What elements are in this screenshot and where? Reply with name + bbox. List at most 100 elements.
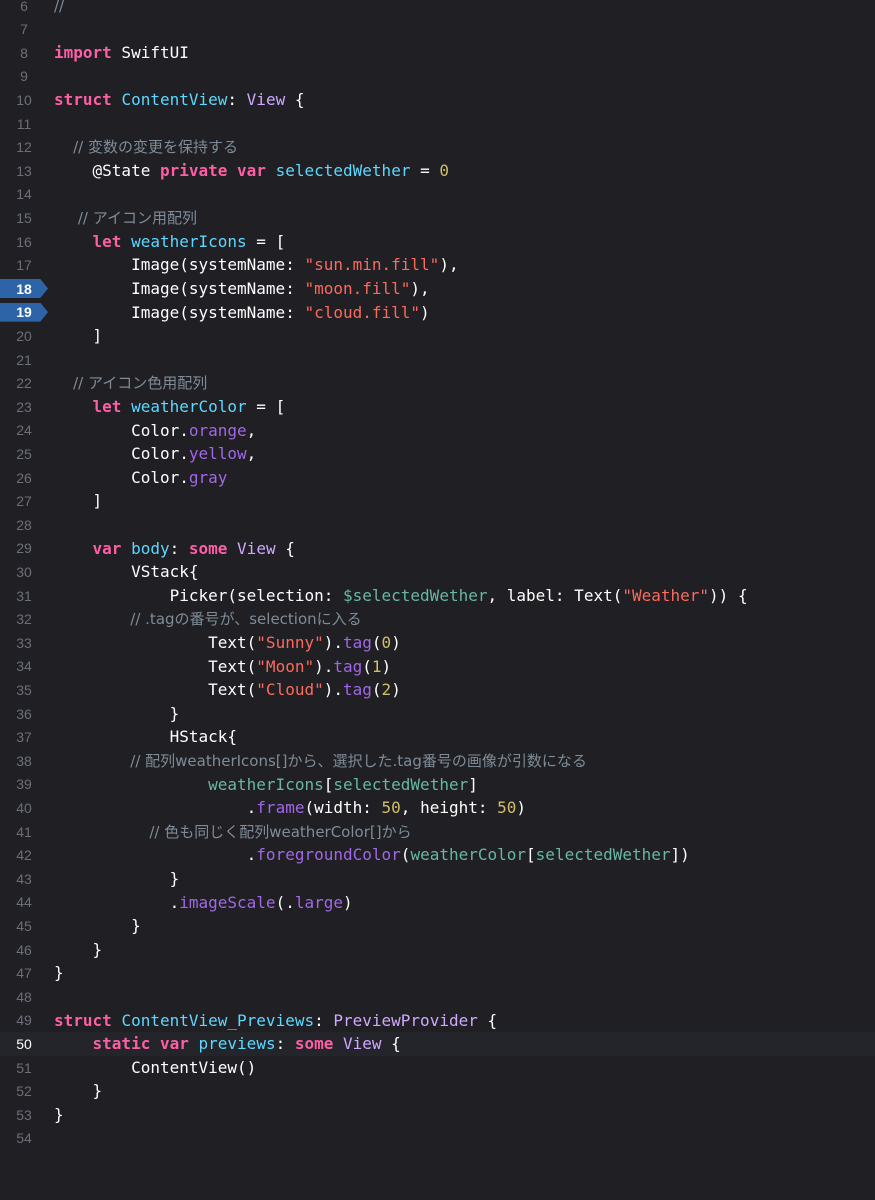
code-line[interactable]: 26 Color.gray [0, 466, 875, 490]
line-number-gutter[interactable]: 17 [0, 253, 48, 277]
code-line[interactable]: 12 // 変数の変更を保持する [0, 135, 875, 159]
line-number-gutter[interactable]: 38 [0, 749, 48, 773]
line-number-gutter[interactable]: 22 [0, 371, 48, 395]
line-number-gutter[interactable]: 24 [0, 419, 48, 443]
line-number-gutter[interactable]: 25 [0, 442, 48, 466]
line-number-gutter[interactable]: 35 [0, 678, 48, 702]
line-number-gutter[interactable]: 23 [0, 395, 48, 419]
code-line[interactable]: 52 } [0, 1079, 875, 1103]
line-number-gutter[interactable]: 54 [0, 1127, 48, 1151]
code-line[interactable]: 42 .foregroundColor(weatherColor[selecte… [0, 843, 875, 867]
line-number-gutter[interactable]: 48 [0, 985, 48, 1009]
code-line[interactable]: 24 Color.orange, [0, 419, 875, 443]
line-number-gutter[interactable]: 43 [0, 867, 48, 891]
line-number-gutter[interactable]: 21 [0, 348, 48, 372]
line-number-gutter[interactable]: 34 [0, 655, 48, 679]
code-line[interactable]: 46 } [0, 938, 875, 962]
line-number-gutter[interactable]: 41 [0, 820, 48, 844]
code-line[interactable]: 53} [0, 1103, 875, 1127]
code-line[interactable]: 21 [0, 348, 875, 372]
code-line[interactable]: 28 [0, 513, 875, 537]
code-line[interactable]: 13 @State private var selectedWether = 0 [0, 159, 875, 183]
line-number-gutter[interactable]: 47 [0, 961, 48, 985]
code-line[interactable]: 50 static var previews: some View { [0, 1032, 875, 1056]
code-line[interactable]: 37 HStack{ [0, 725, 875, 749]
code-line[interactable]: 30 VStack{ [0, 560, 875, 584]
line-number-gutter[interactable]: 18 [0, 277, 48, 301]
line-number-gutter[interactable]: 9 [0, 65, 48, 89]
line-number-gutter[interactable]: 30 [0, 560, 48, 584]
code-line[interactable]: 22 // アイコン色用配列 [0, 371, 875, 395]
code-line[interactable]: 40 .frame(width: 50, height: 50) [0, 796, 875, 820]
line-number-gutter[interactable]: 12 [0, 135, 48, 159]
code-line[interactable]: 10 struct ContentView: View { [0, 88, 875, 112]
line-number-gutter[interactable]: 19 [0, 301, 48, 325]
code-line[interactable]: 34 Text("Moon").tag(1) [0, 655, 875, 679]
line-number-gutter[interactable]: 29 [0, 537, 48, 561]
code-line[interactable]: 9 [0, 65, 875, 89]
code-line[interactable]: 7 [0, 17, 875, 41]
line-number-gutter[interactable]: 51 [0, 1056, 48, 1080]
code-line[interactable]: 39 weatherIcons[selectedWether] [0, 773, 875, 797]
code-line[interactable]: 16 let weatherIcons = [ [0, 230, 875, 254]
code-line[interactable]: 29 var body: some View { [0, 537, 875, 561]
code-line[interactable]: 38 // 配列weatherIcons[]から、選択した.tag番号の画像が引… [0, 749, 875, 773]
line-number-gutter[interactable]: 45 [0, 914, 48, 938]
code-line[interactable]: 23 let weatherColor = [ [0, 395, 875, 419]
line-number-gutter[interactable]: 52 [0, 1079, 48, 1103]
code-line[interactable]: 14 [0, 183, 875, 207]
line-number-gutter[interactable]: 39 [0, 773, 48, 797]
line-number-gutter[interactable]: 13 [0, 159, 48, 183]
breakpoint-marker[interactable]: 18 [0, 279, 48, 298]
code-line[interactable]: 19 Image(systemName: "cloud.fill") [0, 301, 875, 325]
line-number-gutter[interactable]: 32 [0, 607, 48, 631]
code-line[interactable]: 44 .imageScale(.large) [0, 891, 875, 915]
line-number-gutter[interactable]: 49 [0, 1009, 48, 1033]
code-line[interactable]: 27 ] [0, 489, 875, 513]
code-line[interactable]: 18 Image(systemName: "moon.fill"), [0, 277, 875, 301]
line-number-gutter[interactable]: 7 [0, 17, 48, 41]
code-line[interactable]: 49 struct ContentView_Previews: PreviewPr… [0, 1009, 875, 1033]
code-line[interactable]: 43 } [0, 867, 875, 891]
line-number-gutter[interactable]: 20 [0, 324, 48, 348]
line-number-gutter[interactable]: 50 [0, 1032, 48, 1056]
code-line[interactable]: 6 // [0, 0, 875, 17]
line-number-gutter[interactable]: 53 [0, 1103, 48, 1127]
code-line[interactable]: 33 Text("Sunny").tag(0) [0, 631, 875, 655]
code-line[interactable]: 48 [0, 985, 875, 1009]
code-editor[interactable]: 6//7 8 import SwiftUI 9 10 struct ContentView… [0, 0, 875, 1200]
code-line[interactable]: 45 } [0, 914, 875, 938]
line-number-gutter[interactable]: 16 [0, 230, 48, 254]
line-number-gutter[interactable]: 44 [0, 891, 48, 915]
breakpoint-marker[interactable]: 19 [0, 302, 48, 322]
line-number-gutter[interactable]: 42 [0, 843, 48, 867]
line-number-gutter[interactable]: 11 [0, 112, 48, 136]
line-number-gutter[interactable]: 27 [0, 489, 48, 513]
line-number-gutter[interactable]: 28 [0, 513, 48, 537]
line-number-gutter[interactable]: 31 [0, 584, 48, 608]
line-number-gutter[interactable]: 36 [0, 702, 48, 726]
code-line[interactable]: 54 [0, 1127, 875, 1151]
line-number-gutter[interactable]: 33 [0, 631, 48, 655]
code-line[interactable]: 20 ] [0, 324, 875, 348]
code-line[interactable]: 25 Color.yellow, [0, 442, 875, 466]
line-number-gutter[interactable]: 26 [0, 466, 48, 490]
line-number-gutter[interactable]: 8 [0, 41, 48, 65]
code-line[interactable]: 41 // 色も同じく配列weatherColor[]から [0, 820, 875, 844]
line-number-gutter[interactable]: 37 [0, 725, 48, 749]
code-line[interactable]: 36 } [0, 702, 875, 726]
code-line[interactable]: 17 Image(systemName: "sun.min.fill"), [0, 253, 875, 277]
line-number-gutter[interactable]: 15 [0, 206, 48, 230]
code-line[interactable]: 8 import SwiftUI [0, 41, 875, 65]
line-number-gutter[interactable]: 40 [0, 796, 48, 820]
code-line[interactable]: 11 [0, 112, 875, 136]
line-number-gutter[interactable]: 10 [0, 88, 48, 112]
code-line[interactable]: 31 Picker(selection: $selectedWether, la… [0, 584, 875, 608]
code-line[interactable]: 47} [0, 961, 875, 985]
line-number-gutter[interactable]: 6 [0, 0, 48, 17]
line-number-gutter[interactable]: 46 [0, 938, 48, 962]
code-line[interactable]: 35 Text("Cloud").tag(2) [0, 678, 875, 702]
code-line[interactable]: 51 ContentView() [0, 1056, 875, 1080]
code-line[interactable]: 32 // .tagの番号が、selectionに入る [0, 607, 875, 631]
line-number-gutter[interactable]: 14 [0, 183, 48, 207]
